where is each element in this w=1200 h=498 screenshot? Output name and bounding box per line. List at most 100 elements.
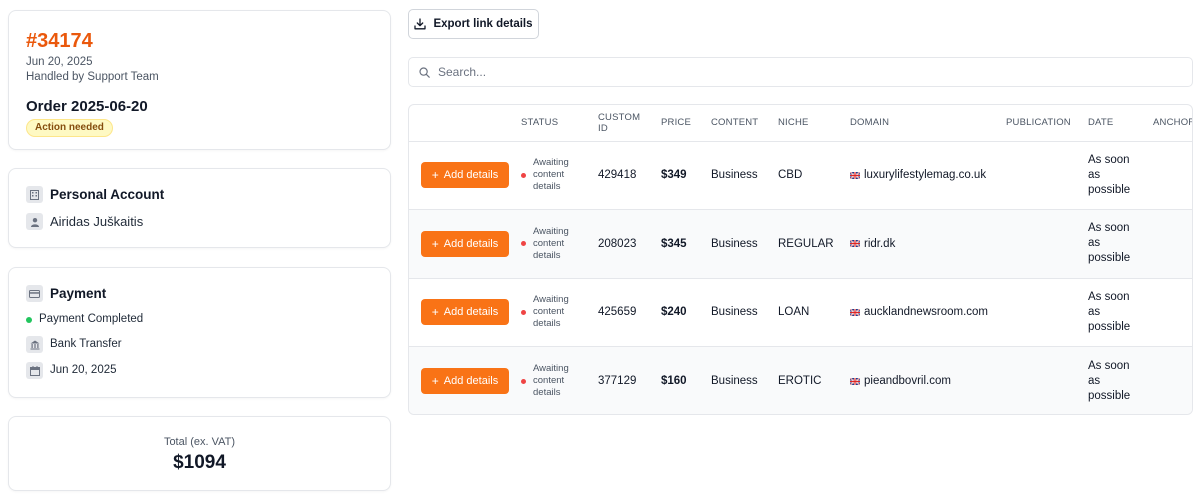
plus-icon: +	[431, 168, 439, 183]
table-row: + Add details Awaiting content details 42…	[409, 141, 1192, 210]
publication-cell	[1006, 347, 1088, 415]
status-dot	[521, 309, 526, 315]
account-title: Personal Account	[50, 187, 165, 202]
status-dot	[26, 316, 32, 323]
user-icon	[26, 213, 43, 230]
credit-card-icon	[26, 285, 43, 302]
anchor-cell	[1153, 210, 1192, 279]
uk-flag-icon	[850, 308, 860, 316]
price-cell: $240	[661, 306, 687, 319]
total-label: Total (ex. VAT)	[163, 436, 236, 448]
column-header-actions	[409, 105, 521, 141]
add-details-button[interactable]: + Add details	[421, 162, 509, 189]
publication-cell	[1006, 141, 1088, 210]
column-header-price: PRICE	[661, 117, 692, 129]
payment-header: Payment	[26, 285, 373, 302]
add-details-button[interactable]: + Add details	[421, 368, 509, 394]
status-badge: Action needed	[26, 119, 113, 137]
payment-method: Bank Transfer	[50, 338, 122, 350]
export-label: Export link details	[433, 18, 533, 30]
search-input[interactable]	[438, 65, 1138, 79]
date-cell: As soon as possible	[1088, 222, 1131, 265]
column-header-domain: DOMAIN	[850, 117, 890, 129]
custom-id-cell: 429418	[598, 169, 637, 182]
table-row: + Add details Awaiting content details 20…	[409, 209, 1192, 279]
search-icon	[419, 66, 430, 78]
total-card: Total (ex. VAT) $1094	[8, 416, 391, 491]
domain-cell: aucklandnewsroom.com	[864, 306, 989, 319]
table-row: + Add details Awaiting content details 42…	[409, 278, 1192, 347]
column-header-niche: NICHE	[778, 117, 809, 129]
domain-cell: ridr.dk	[864, 237, 896, 250]
bank-icon	[26, 336, 43, 353]
payment-card: Payment Payment Completed Bank Transfer …	[8, 267, 391, 398]
column-header-date: DATE	[1088, 117, 1114, 129]
publication-cell	[1006, 210, 1088, 279]
content-cell: Business	[711, 169, 758, 182]
export-link-details-button[interactable]: Export link details	[408, 9, 539, 39]
domain-cell: luxurylifestylemag.co.uk	[864, 169, 987, 182]
payment-date-row: Jun 20, 2025	[26, 362, 373, 379]
payment-method-row: Bank Transfer	[26, 336, 373, 353]
niche-cell: REGULAR	[778, 237, 834, 250]
anchor-cell	[1153, 347, 1192, 415]
uk-flag-icon	[850, 171, 860, 179]
content-cell: Business	[711, 306, 758, 319]
links-table: STATUS CUSTOM ID PRICE CONTENT NICHE DOM…	[408, 104, 1193, 415]
anchor-cell	[1153, 141, 1192, 210]
uk-flag-icon	[850, 240, 860, 248]
anchor-cell	[1153, 278, 1192, 347]
plus-icon: +	[431, 374, 439, 388]
custom-id-cell: 208023	[598, 237, 637, 250]
status-text: Awaiting content details	[533, 157, 569, 193]
content-cell: Business	[711, 375, 758, 387]
column-header-custom-id: CUSTOM ID	[598, 111, 641, 134]
account-name: Airidas Juškaitis	[50, 214, 144, 229]
plus-icon: +	[431, 236, 439, 251]
account-card: Personal Account Airidas Juškaitis	[8, 168, 391, 248]
uk-flag-icon	[850, 377, 860, 385]
price-cell: $349	[661, 169, 687, 182]
payment-date: Jun 20, 2025	[50, 364, 117, 376]
calendar-icon	[26, 362, 43, 379]
order-date: Jun 20, 2025	[26, 56, 93, 68]
status-text: Awaiting content details	[533, 225, 569, 261]
search-bar	[408, 57, 1193, 87]
order-title: Order 2025-06-20	[26, 98, 148, 115]
status-dot	[521, 378, 526, 384]
publication-cell	[1006, 278, 1088, 347]
niche-cell: CBD	[778, 169, 803, 182]
payment-title: Payment	[50, 286, 107, 301]
status-text: Awaiting content details	[533, 294, 569, 330]
account-user: Airidas Juškaitis	[26, 213, 373, 230]
plus-icon: +	[431, 305, 439, 320]
payment-status-row: Payment Completed	[26, 312, 373, 327]
table-header: STATUS CUSTOM ID PRICE CONTENT NICHE DOM…	[409, 105, 1192, 141]
custom-id-cell: 377129	[598, 375, 637, 387]
download-icon	[414, 18, 427, 30]
niche-cell: LOAN	[778, 306, 810, 319]
content-cell: Business	[711, 237, 758, 250]
payment-status: Payment Completed	[39, 313, 144, 325]
add-details-button[interactable]: + Add details	[421, 230, 509, 257]
status-text: Awaiting content details	[533, 363, 569, 398]
total-value: $1094	[173, 452, 226, 473]
custom-id-cell: 425659	[598, 306, 637, 319]
add-details-button[interactable]: + Add details	[421, 299, 509, 326]
date-cell: As soon as possible	[1088, 290, 1131, 333]
price-cell: $345	[661, 237, 687, 250]
niche-cell: EROTIC	[778, 375, 822, 387]
column-header-content: CONTENT	[711, 117, 759, 129]
order-id: #34174	[26, 30, 93, 52]
account-header: Personal Account	[26, 186, 373, 203]
building-icon	[26, 186, 43, 203]
price-cell: $160	[661, 375, 687, 387]
order-handler: Handled by Support Team	[26, 71, 159, 83]
date-cell: As soon as possible	[1088, 153, 1131, 196]
date-cell: As soon as possible	[1088, 359, 1131, 402]
status-dot	[521, 172, 526, 178]
order-card: #34174 Jun 20, 2025 Handled by Support T…	[8, 10, 391, 150]
column-header-status: STATUS	[521, 117, 559, 129]
column-header-publication: PUBLICATION	[1006, 117, 1071, 129]
domain-cell: pieandbovril.com	[864, 375, 951, 387]
